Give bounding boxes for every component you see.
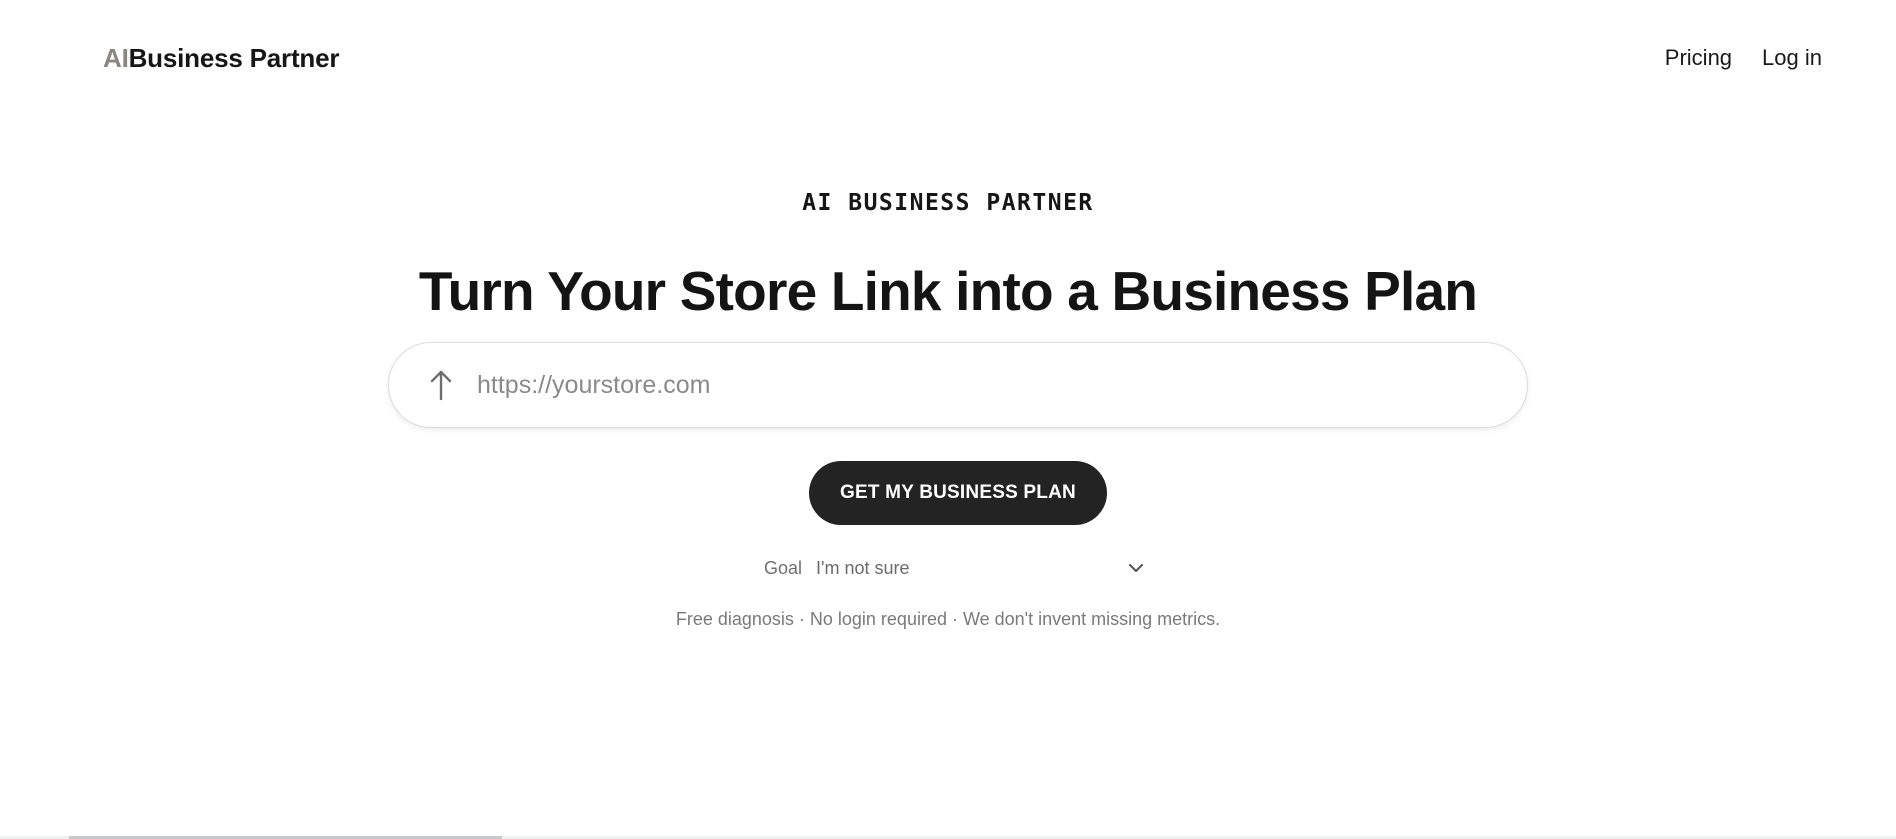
eyebrow-title: AI BUSINESS PARTNER [802, 190, 1094, 216]
logo-text: Business Partner [128, 43, 340, 73]
page-headline: Turn Your Store Link into a Business Pla… [418, 260, 1478, 322]
upload-arrow-icon [419, 368, 463, 402]
goal-label: Goal [764, 557, 803, 578]
disclaimer-note: Free diagnosis · No login required · We … [675, 609, 1221, 629]
top-nav: Pricing Log in [1665, 42, 1822, 74]
logo-prefix: AI [103, 43, 129, 73]
get-business-plan-button[interactable]: GET MY BUSINESS PLAN [809, 461, 1107, 525]
goal-selected-value: I'm not sure [816, 557, 910, 578]
login-link[interactable]: Log in [1762, 42, 1822, 74]
brand-logo[interactable]: AIBusiness Partner [103, 40, 339, 76]
goal-dropdown[interactable]: I'm not sure [816, 552, 1156, 584]
pricing-link[interactable]: Pricing [1665, 42, 1732, 74]
store-url-input[interactable] [477, 365, 1477, 405]
chevron-down-icon [1126, 558, 1146, 578]
goal-selector: Goal I'm not sure [764, 552, 1156, 584]
landing-page: AIBusiness Partner Pricing Log in AI BUS… [0, 0, 1896, 839]
store-url-field[interactable] [388, 342, 1528, 428]
site-header: AIBusiness Partner Pricing Log in [0, 0, 1896, 116]
